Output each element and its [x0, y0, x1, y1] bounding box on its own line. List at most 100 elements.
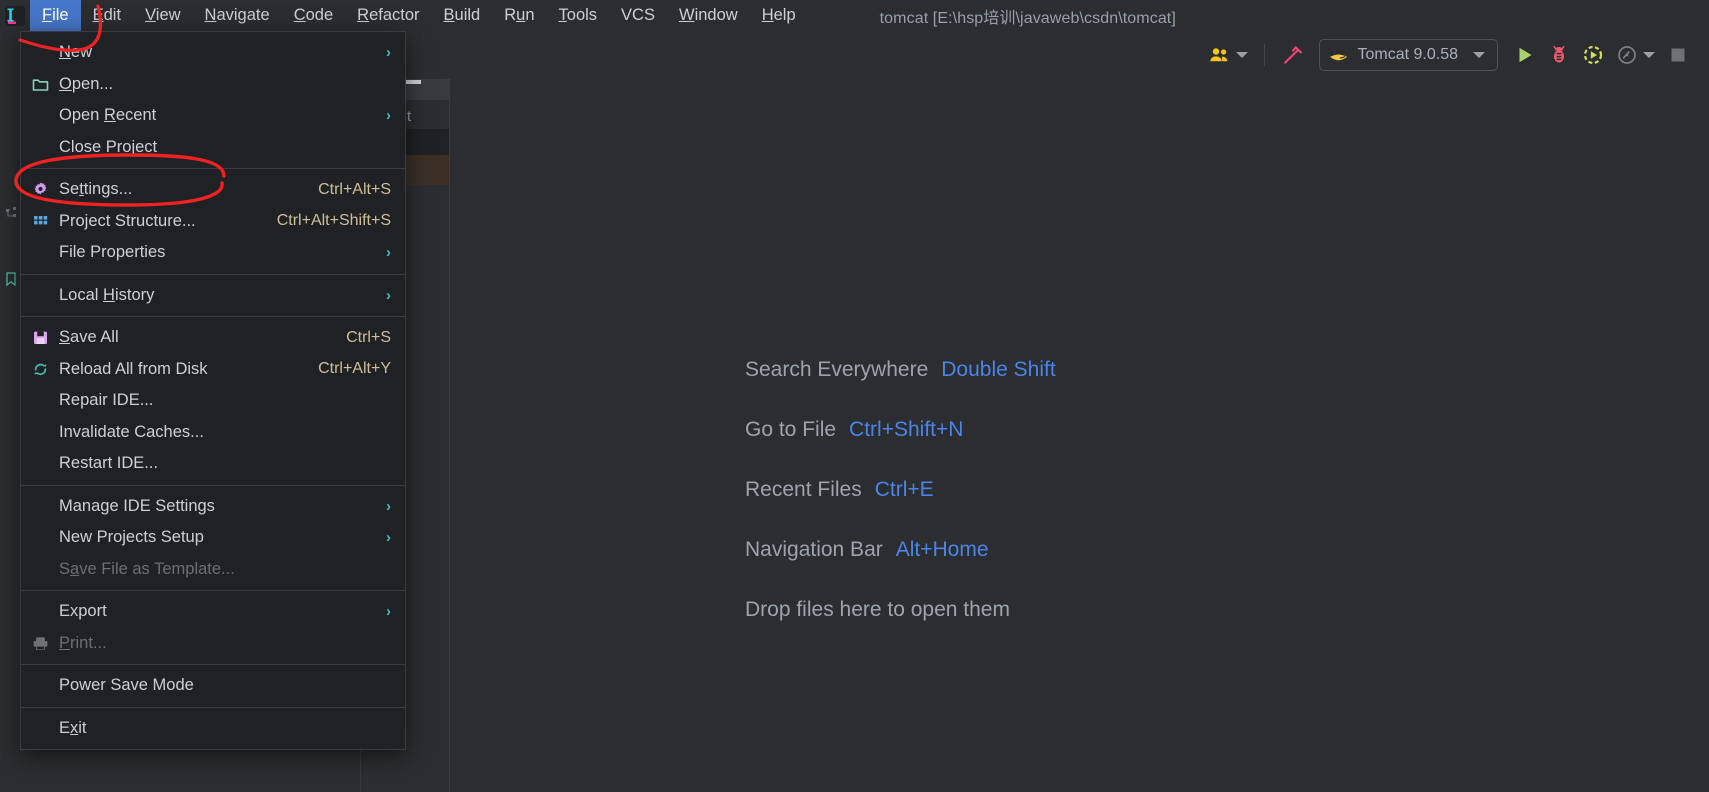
menubar-item-tools[interactable]: Tools — [547, 0, 610, 31]
menu-item-save-all[interactable]: Save All Ctrl+S — [21, 322, 405, 354]
chevron-down-icon — [1643, 52, 1655, 58]
project-structure-grid-icon — [21, 213, 59, 230]
menu-item-print: Print... — [21, 628, 405, 660]
intellij-idea-logo-icon — [0, 0, 30, 31]
menu-separator — [21, 168, 405, 169]
menu-item-label: Save All — [59, 328, 119, 347]
menu-item-label: Print... — [59, 633, 107, 652]
menu-item-label: Repair IDE... — [59, 391, 154, 410]
submenu-chevron-right-icon: › — [386, 244, 391, 262]
editor-hint-label: Recent Files — [745, 478, 862, 501]
editor-hint-label: Search Everywhere — [745, 358, 929, 381]
menu-item-local-history[interactable]: Local History › — [21, 280, 405, 312]
menu-item-restart-ide[interactable]: Restart IDE... — [21, 448, 405, 480]
editor-hint-line: Navigation Bar Alt+Home — [745, 520, 1056, 580]
menubar-item-window[interactable]: Window — [667, 0, 750, 31]
menu-item-open-recent[interactable]: Open Recent › — [21, 100, 405, 132]
editor-empty-state-hints: Search Everywhere Double Shift Go to File C… — [745, 340, 1056, 640]
build-project-button[interactable] — [1275, 38, 1309, 72]
menubar-item-edit[interactable]: Edit — [81, 0, 133, 31]
chevron-down-icon — [1473, 52, 1485, 58]
menu-item-label: Project Structure... — [59, 211, 196, 230]
editor-hint-shortcut: Alt+Home — [895, 538, 989, 561]
folder-icon — [21, 76, 59, 93]
menu-item-label: Open... — [59, 74, 114, 93]
menubar-item-navigate[interactable]: Navigate — [193, 0, 282, 31]
menu-item-label: Invalidate Caches... — [59, 422, 204, 441]
menu-item-new[interactable]: New › — [21, 37, 405, 69]
debug-bug-icon — [1548, 44, 1570, 66]
submenu-chevron-right-icon: › — [386, 107, 391, 125]
menu-item-shortcut: Ctrl+Alt+Y — [318, 360, 391, 378]
menu-item-label: Settings... — [59, 180, 133, 199]
editor-hint-label: Go to File — [745, 418, 837, 441]
editor-hint-line: Recent Files Ctrl+E — [745, 460, 1056, 520]
menu-item-label: Export — [59, 602, 107, 621]
menu-item-invalidate-caches[interactable]: Invalidate Caches... — [21, 417, 405, 449]
menu-separator — [21, 484, 405, 486]
submenu-chevron-right-icon: › — [386, 603, 391, 621]
left-tool-stripe — [0, 31, 22, 792]
menubar-item-run[interactable]: Run — [492, 0, 546, 31]
menu-item-export[interactable]: Export › — [21, 596, 405, 628]
menu-item-power-save-mode[interactable]: Power Save Mode — [21, 670, 405, 702]
run-configuration-selector[interactable]: Tomcat 9.0.58 — [1318, 39, 1498, 71]
printer-icon — [21, 635, 59, 652]
menubar-item-code[interactable]: Code — [282, 0, 345, 31]
menu-item-label: File Properties — [59, 243, 166, 262]
editor-hint-line: Drop files here to open them — [745, 580, 1056, 640]
menu-item-file-properties[interactable]: File Properties › — [21, 237, 405, 269]
run-button[interactable] — [1508, 38, 1542, 72]
menu-separator — [21, 590, 405, 591]
menu-item-label: Reload All from Disk — [59, 359, 208, 378]
file-menu-popup: New › Open... Open Recent › Close Project Sett… — [20, 31, 406, 750]
menubar-item-view[interactable]: View — [133, 0, 192, 31]
menubar-item-build[interactable]: Build — [432, 0, 493, 31]
stop-square-icon — [1667, 44, 1689, 66]
menu-item-new-projects-setup[interactable]: New Projects Setup › — [21, 522, 405, 554]
menu-item-settings[interactable]: Settings... Ctrl+Alt+S — [21, 174, 405, 206]
editor-hint-line: Go to File Ctrl+Shift+N — [745, 400, 1056, 460]
ide-window: t File Edit View Navigate Code Refactor Build R… — [0, 0, 1709, 792]
menu-item-label: Open Recent — [59, 106, 157, 125]
run-with-coverage-button[interactable] — [1576, 38, 1610, 72]
menubar-item-help[interactable]: Help — [750, 0, 808, 31]
menu-item-manage-ide-settings[interactable]: Manage IDE Settings › — [21, 491, 405, 523]
menu-item-label: New Projects Setup — [59, 528, 204, 547]
menu-item-label: Manage IDE Settings — [59, 496, 215, 515]
submenu-chevron-right-icon: › — [386, 529, 391, 547]
menubar-item-file[interactable]: File — [30, 0, 81, 31]
debug-button[interactable] — [1542, 38, 1576, 72]
menu-item-open[interactable]: Open... — [21, 69, 405, 101]
profiler-button[interactable] — [1610, 38, 1661, 72]
bookmarks-tool-window-icon[interactable] — [3, 271, 19, 287]
title-bar: File Edit View Navigate Code Refactor Build Run… — [0, 0, 1709, 31]
menu-item-label: New — [59, 43, 93, 62]
menu-separator — [21, 664, 405, 665]
profiler-gauge-icon — [1616, 44, 1638, 66]
menu-item-close-project[interactable]: Close Project — [21, 132, 405, 164]
stop-button[interactable] — [1661, 38, 1695, 72]
save-floppy-icon — [21, 329, 59, 346]
menu-separator — [21, 316, 405, 317]
menu-item-repair-ide[interactable]: Repair IDE... — [21, 385, 405, 417]
menu-item-shortcut: Ctrl+Alt+S — [318, 180, 391, 198]
submenu-chevron-right-icon: › — [386, 44, 391, 62]
menubar-item-vcs[interactable]: VCS — [609, 0, 667, 31]
menu-item-project-structure[interactable]: Project Structure... Ctrl+Alt+Shift+S — [21, 206, 405, 238]
menu-item-exit[interactable]: Exit — [21, 713, 405, 745]
structure-tool-window-icon[interactable] — [3, 206, 19, 222]
run-coverage-icon — [1582, 44, 1604, 66]
menubar-item-refactor[interactable]: Refactor — [345, 0, 431, 31]
tomcat-cat-icon — [1328, 46, 1350, 64]
menu-item-label: Power Save Mode — [59, 676, 194, 695]
collaborate-button[interactable] — [1203, 38, 1254, 72]
toolbar-separator — [1263, 44, 1265, 66]
menu-separator — [21, 273, 405, 275]
menu-item-reload-all-from-disk[interactable]: Reload All from Disk Ctrl+Alt+Y — [21, 354, 405, 386]
chevron-down-icon — [1235, 52, 1248, 58]
gear-icon — [21, 181, 59, 198]
menu-item-shortcut: Ctrl+S — [346, 328, 391, 346]
reload-sync-icon — [21, 361, 59, 378]
menu-item-label: Exit — [59, 718, 87, 737]
